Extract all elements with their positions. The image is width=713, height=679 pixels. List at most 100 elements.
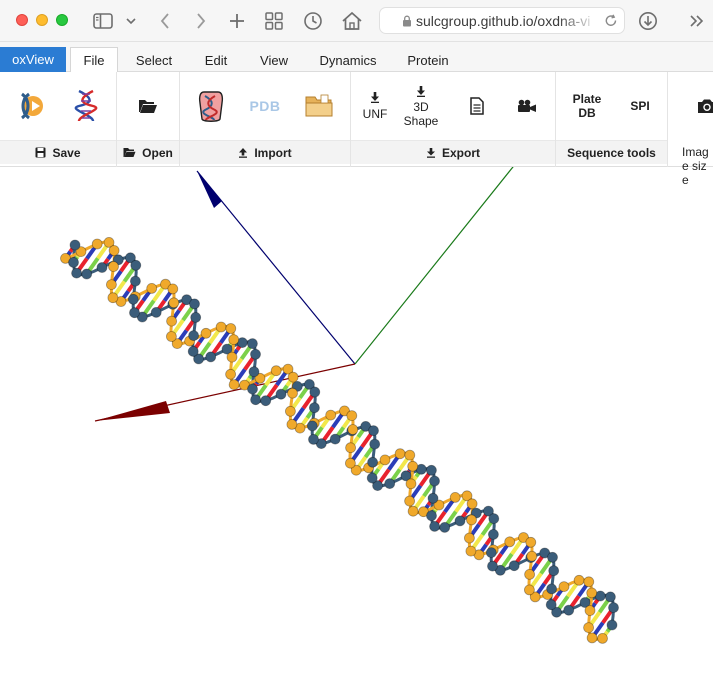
export-label: Export: [441, 145, 480, 160]
nucleotide-bead: [246, 338, 258, 350]
open-button[interactable]: [123, 72, 173, 140]
export-unf-button[interactable]: UNF: [355, 72, 395, 140]
nucleotide-bead: [586, 587, 598, 599]
nucleotide-bead: [405, 478, 417, 490]
export-3d-shape-button[interactable]: 3D Shape: [397, 72, 445, 140]
save-group-label[interactable]: Save: [0, 140, 116, 164]
nucleotide-bead: [586, 632, 598, 644]
video-camera-icon: [518, 99, 536, 112]
y-axis-line: [354, 167, 514, 365]
app-name-badge[interactable]: oxView: [0, 47, 66, 72]
folder-open-icon: [139, 100, 157, 113]
reload-icon[interactable]: [604, 14, 618, 28]
browser-toolbar: sulcgroup.github.io/oxdna-vi: [0, 0, 713, 42]
zoom-window-button[interactable]: [56, 14, 68, 26]
nucleotide-bead: [346, 410, 358, 422]
nucleotide-bead: [166, 315, 178, 327]
tab-dynamics[interactable]: Dynamics: [310, 47, 386, 73]
download-arrow-icon: [426, 148, 435, 158]
tab-file[interactable]: File: [70, 47, 118, 73]
tab-overview-icon[interactable]: [263, 8, 285, 34]
chevron-down-icon[interactable]: [123, 8, 139, 34]
nucleotide-bead: [605, 591, 616, 603]
more-icon[interactable]: [686, 8, 708, 34]
oxdna-file-icon: [198, 91, 224, 122]
nucleotide-bead: [308, 433, 319, 445]
save-dna-button[interactable]: [62, 72, 110, 140]
nucleotide-bead: [425, 464, 437, 476]
nucleotide-bead: [407, 460, 419, 472]
nucleotide-bead: [165, 331, 177, 342]
minimize-window-button[interactable]: [36, 14, 48, 26]
new-tab-icon[interactable]: [227, 8, 247, 34]
nucleotide-bead: [287, 387, 298, 399]
nucleotide-bead: [130, 259, 142, 271]
document-icon: [470, 97, 484, 115]
tab-protein[interactable]: Protein: [398, 47, 458, 73]
save-oxview-button[interactable]: [6, 72, 56, 140]
3d-viewport[interactable]: [0, 167, 713, 679]
nucleotide-bead: [454, 515, 466, 527]
nucleotide-bead: [525, 536, 537, 548]
folder-icon: [305, 94, 333, 117]
pdb-label: PDB: [249, 98, 281, 114]
nucleotide-bead: [247, 383, 258, 395]
nucleotide-bead: [584, 605, 596, 616]
spi-button[interactable]: SPI: [616, 72, 664, 140]
nucleotide-bead: [427, 492, 439, 504]
plate-db-label: Plate DB: [572, 92, 602, 120]
tab-view[interactable]: View: [250, 47, 298, 73]
nucleotide-bead: [404, 449, 416, 461]
open-group-label[interactable]: Open: [117, 140, 179, 164]
nucleotide-bead: [558, 581, 570, 592]
address-bar[interactable]: sulcgroup.github.io/oxdna-vi: [379, 7, 625, 34]
nucleotide-bead: [71, 267, 82, 279]
close-window-button[interactable]: [16, 14, 28, 26]
nucleotide-bead: [526, 550, 538, 562]
import-pdb-button[interactable]: PDB: [240, 72, 290, 140]
plate-db-button[interactable]: Plate DB: [562, 72, 612, 140]
nucleotide-bead: [366, 472, 378, 484]
nucleotide-bead: [429, 521, 441, 532]
open-label: Open: [142, 145, 173, 160]
save-group: Save: [0, 72, 117, 167]
nucleotide-bead: [68, 256, 79, 268]
nucleotide-bead: [394, 448, 406, 460]
open-group: Open: [117, 72, 180, 167]
dna-double-helix[interactable]: [60, 236, 619, 644]
nucleotide-bead: [228, 334, 240, 346]
nucleotide-bead: [250, 394, 262, 406]
export-group-label[interactable]: Export: [351, 140, 555, 164]
nucleotide-bead: [545, 599, 557, 611]
tab-select[interactable]: Select: [128, 47, 180, 73]
nucleotide-bead: [187, 345, 199, 357]
nucleotide-bead: [107, 292, 119, 304]
forward-icon[interactable]: [191, 8, 211, 34]
import-group-label[interactable]: Import: [180, 140, 350, 164]
back-icon[interactable]: [155, 8, 175, 34]
home-icon[interactable]: [340, 8, 364, 34]
screenshot-button[interactable]: [692, 72, 713, 140]
tab-edit[interactable]: Edit: [192, 47, 240, 73]
camera-icon: [698, 99, 713, 113]
import-folder-button[interactable]: [294, 72, 344, 140]
x-axis-arrowhead: [95, 401, 170, 421]
unf-label: UNF: [362, 107, 388, 121]
nucleotide-bead: [96, 262, 108, 273]
nucleotide-bead: [284, 405, 296, 417]
nucleotide-bead: [504, 536, 516, 548]
download-arrow-icon: [371, 92, 379, 103]
import-oxdna-button[interactable]: [186, 72, 236, 140]
nucleotide-bead: [81, 268, 93, 280]
sidebar-icon[interactable]: [90, 8, 116, 34]
nucleotide-bead: [597, 633, 608, 644]
download-icon[interactable]: [636, 8, 660, 34]
nucleotide-bead: [485, 547, 497, 558]
export-file-button[interactable]: [455, 72, 499, 140]
nucleotide-bead: [379, 454, 391, 466]
nucleotide-bead: [150, 306, 162, 318]
export-video-button[interactable]: [503, 72, 551, 140]
history-icon[interactable]: [302, 8, 324, 34]
nucleotide-bead: [190, 311, 202, 323]
sequence-tools-group-label[interactable]: Sequence tools: [556, 140, 667, 164]
